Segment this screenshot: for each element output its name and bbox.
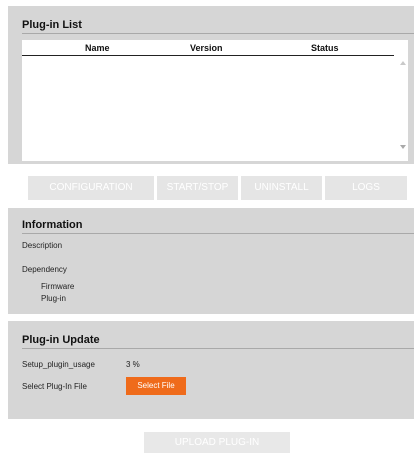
firmware-label: Firmware xyxy=(41,282,75,291)
column-header-status[interactable]: Status xyxy=(311,43,339,53)
plugin-list-panel: Plug-in List Name Version Status xyxy=(8,6,414,164)
plugin-update-divider xyxy=(22,348,414,349)
column-header-name[interactable]: Name xyxy=(85,43,110,53)
plugin-list-table[interactable]: Name Version Status xyxy=(22,40,408,161)
plugin-list-title: Plug-in List xyxy=(22,19,82,31)
select-file-button[interactable]: Select File xyxy=(126,377,186,395)
configuration-button[interactable]: CONFIGURATION xyxy=(28,176,154,200)
plugin-update-panel: Plug-in Update xyxy=(8,321,414,419)
plugin-list-divider xyxy=(22,33,414,34)
scroll-down-arrow-icon[interactable] xyxy=(400,145,406,149)
description-label: Description xyxy=(22,241,63,250)
start-stop-button[interactable]: START/STOP xyxy=(157,176,238,200)
scroll-up-arrow-icon[interactable] xyxy=(400,61,406,65)
select-file-label: Select Plug-In File xyxy=(22,382,87,391)
plugin-list-header: Name Version Status xyxy=(22,40,394,56)
uninstall-button[interactable]: UNINSTALL xyxy=(241,176,322,200)
dependency-label: Dependency xyxy=(22,265,67,274)
usage-value: 3 % xyxy=(126,360,140,369)
plugin-label: Plug-in xyxy=(41,294,66,303)
information-title: Information xyxy=(22,219,83,231)
information-panel: Information xyxy=(8,208,414,314)
usage-label: Setup_plugin_usage xyxy=(22,360,95,369)
logs-button[interactable]: LOGS xyxy=(325,176,407,200)
upload-plugin-button[interactable]: UPLOAD PLUG-IN xyxy=(144,432,290,453)
information-divider xyxy=(22,233,414,234)
column-header-version[interactable]: Version xyxy=(190,43,223,53)
plugin-update-title: Plug-in Update xyxy=(22,334,100,346)
